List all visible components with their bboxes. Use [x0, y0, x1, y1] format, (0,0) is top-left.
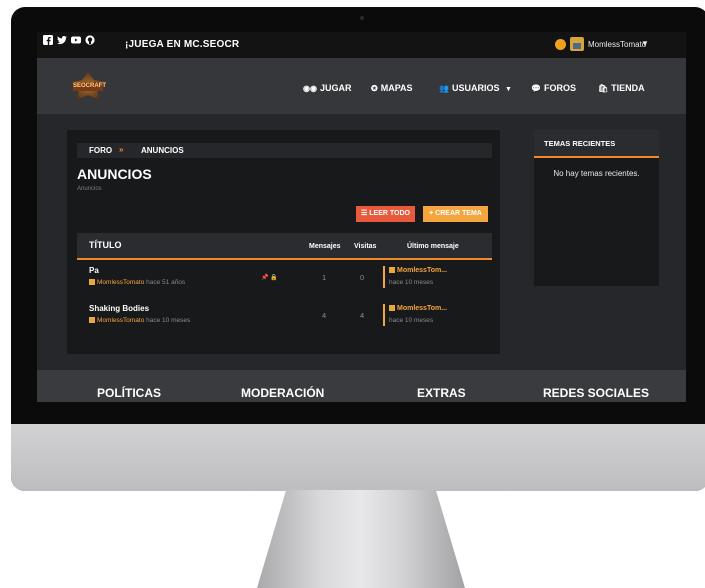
site-logo[interactable]: SEOCRAFT: [67, 70, 109, 102]
camera-icon: [360, 16, 364, 20]
breadcrumb: [77, 143, 492, 158]
youtube-icon[interactable]: [71, 32, 81, 50]
table-row[interactable]: Shaking Bodies MomlessTomato hace 10 mes…: [77, 298, 492, 334]
facebook-icon[interactable]: [43, 32, 53, 50]
last-message-time: hace 10 meses: [389, 317, 434, 324]
nav-label: TIENDA: [611, 83, 645, 93]
last-message-bar: [383, 266, 385, 288]
last-message-user[interactable]: MomlessTom...: [389, 267, 447, 274]
screen: ¡JUEGA EN MC.SEOCR MomlessTomato ▼ SEOCR…: [37, 32, 686, 402]
topic-age: hace 51 años: [146, 279, 186, 286]
avatar: [389, 305, 395, 311]
nav-label: JUGAR: [319, 83, 352, 93]
chevron-down-icon[interactable]: ▼: [641, 39, 649, 48]
pin-lock-icon: 📌 🔒: [261, 275, 278, 281]
topic-meta: MomlessTomato hace 10 meses: [89, 317, 190, 324]
logo-text: SEOCRAFT: [73, 83, 106, 89]
monitor-stand: [257, 490, 465, 588]
nav-usuarios[interactable]: 👥 USUARIOS ▼: [439, 83, 512, 93]
last-message-time: hace 10 meses: [389, 279, 434, 286]
main-navbar: [37, 58, 686, 114]
compass-icon: ✪: [371, 84, 378, 93]
comments-icon: 💬: [531, 84, 541, 93]
avatar: [89, 279, 95, 285]
breadcrumb-foro[interactable]: FORO: [89, 146, 112, 155]
breadcrumb-separator: »: [119, 145, 124, 154]
footer-heading-politicas: POLÍTICAS: [97, 386, 162, 400]
avatar: [389, 267, 395, 273]
column-header-title: TÍTULO: [89, 240, 122, 250]
footer-heading-moderacion: MODERACIÓN: [241, 386, 325, 400]
table-row[interactable]: Pa MomlessTomato hace 51 años 📌 🔒 1 0 Mo…: [77, 260, 492, 296]
nav-tienda[interactable]: 🛍 TIENDA: [598, 83, 645, 93]
nav-label: FOROS: [543, 83, 576, 93]
gamepad-icon: ◉◉: [303, 84, 317, 93]
nav-label: USUARIOS: [451, 83, 500, 93]
footer-heading-extras: EXTRAS: [417, 386, 466, 400]
users-icon: 👥: [439, 84, 449, 93]
create-topic-button[interactable]: + CREAR TEMA: [423, 206, 488, 222]
chevron-down-icon: ▼: [505, 86, 512, 93]
nav-mapas[interactable]: ✪ MAPAS: [371, 83, 413, 93]
topic-age: hace 10 meses: [146, 317, 191, 324]
topic-author[interactable]: MomlessTomato: [97, 279, 144, 286]
message-count: 1: [322, 273, 327, 282]
monitor-chin: [11, 424, 705, 491]
topic-title[interactable]: Shaking Bodies: [89, 304, 149, 313]
avatar[interactable]: [570, 37, 584, 51]
page-title: ANUNCIOS: [77, 166, 152, 182]
view-count: 4: [360, 311, 365, 320]
last-message-user[interactable]: MomlessTom...: [389, 305, 447, 312]
footer-heading-redes-sociales: REDES SOCIALES: [543, 386, 650, 400]
avatar: [89, 317, 95, 323]
last-user-name: MomlessTom...: [397, 305, 448, 312]
column-header-last-message: Último mensaje: [407, 243, 459, 250]
view-count: 0: [360, 273, 365, 282]
github-icon[interactable]: [85, 32, 95, 50]
column-header-views: Visitas: [354, 243, 377, 250]
widget-title: TEMAS RECIENTES: [544, 139, 616, 148]
twitter-icon[interactable]: [57, 32, 67, 50]
read-all-button[interactable]: ☰ LEER TODO: [356, 206, 415, 222]
nav-jugar[interactable]: ◉◉ JUGAR: [303, 83, 351, 93]
nav-foros[interactable]: 💬 FOROS: [531, 83, 576, 93]
message-count: 4: [322, 311, 327, 320]
widget-empty-message: No hay temas recientes.: [553, 169, 640, 178]
topic-meta: MomlessTomato hace 51 años: [89, 279, 185, 286]
nav-label: MAPAS: [380, 83, 413, 93]
last-user-name: MomlessTom...: [397, 267, 448, 274]
coin-icon: [555, 39, 566, 50]
topic-title[interactable]: Pa: [89, 266, 99, 275]
breadcrumb-anuncios[interactable]: ANUNCIOS: [141, 146, 184, 155]
last-message-bar: [383, 304, 385, 326]
page-subtitle: Anuncios: [77, 186, 102, 192]
topic-author[interactable]: MomlessTomato: [97, 317, 144, 324]
username-menu[interactable]: MomlessTomato: [588, 40, 646, 49]
column-header-messages: Mensajes: [309, 243, 341, 250]
shopping-bag-icon: 🛍: [598, 84, 609, 93]
server-announcement[interactable]: ¡JUEGA EN MC.SEOCR: [125, 39, 239, 50]
